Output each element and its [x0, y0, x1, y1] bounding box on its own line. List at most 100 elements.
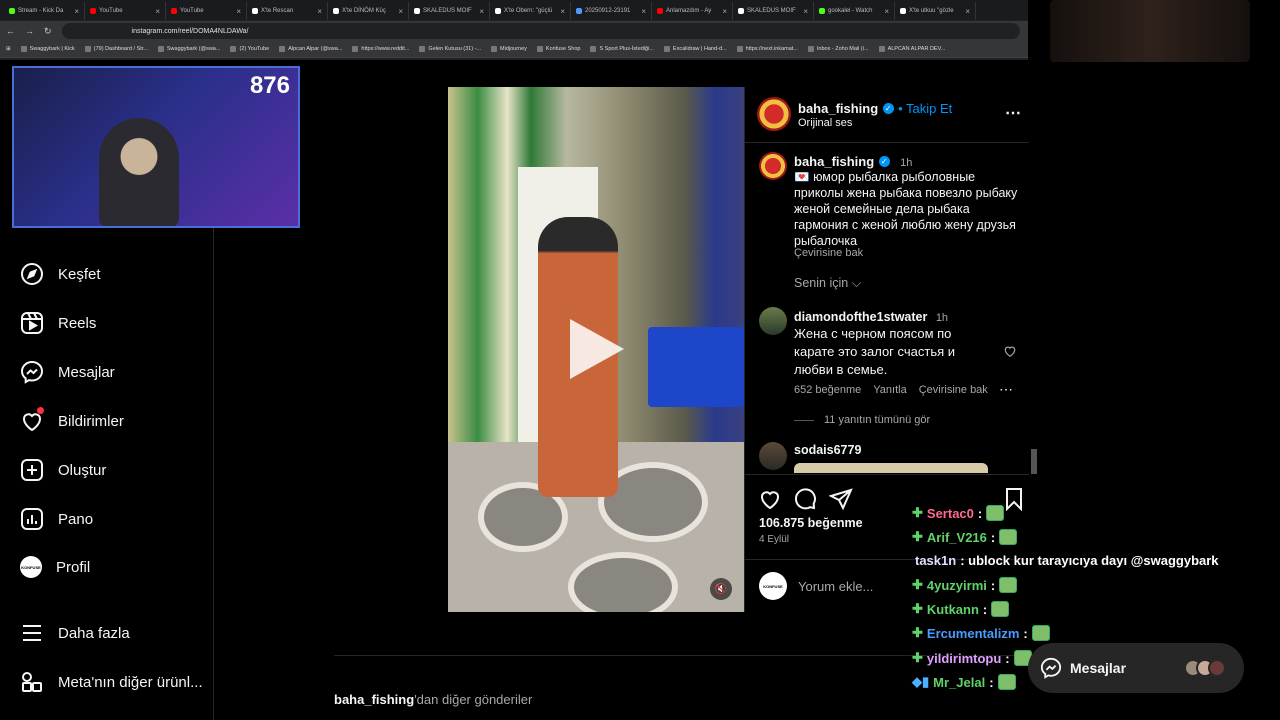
bookmark-item[interactable]: Midjourney — [491, 46, 527, 52]
sidebar-item-profile[interactable]: KONFUSE Profil — [20, 556, 90, 578]
messages-pill[interactable]: Mesajlar — [1028, 643, 1244, 693]
close-icon[interactable]: × — [479, 7, 484, 16]
browser-tab[interactable]: X'te DİNÖM Küç × — [328, 2, 409, 20]
apps-icon[interactable]: ⊞ — [6, 46, 11, 52]
play-icon[interactable] — [570, 319, 624, 379]
follow-button[interactable]: • Takip Et — [898, 101, 952, 116]
browser-tab[interactable]: YouTube × — [85, 2, 166, 20]
close-icon[interactable]: × — [884, 7, 889, 16]
commenter-avatar[interactable] — [759, 442, 787, 470]
comment-reply-button[interactable]: Yanıtla — [873, 384, 906, 396]
browser-tab[interactable]: SKALEDUS MOIF × — [733, 2, 814, 20]
share-icon[interactable] — [829, 487, 853, 511]
browser-tab[interactable]: 20250912-23191 × — [571, 2, 652, 20]
tab-favicon — [414, 8, 420, 14]
bookmark-label: S Sport Plus-İstediği... — [599, 46, 654, 52]
chat-username[interactable]: Kutkann — [927, 602, 979, 617]
bookmark-item[interactable]: Excalidraw | Hand-d... — [663, 46, 727, 52]
for-you-dropdown[interactable]: Senin için ⌵ — [794, 276, 861, 291]
browser-tab[interactable]: X'te Obern: "güçlü × — [490, 2, 571, 20]
bookmark-item[interactable]: (79) Dashboard / Str... — [84, 46, 148, 52]
browser-tab[interactable]: Stream - Kick Da × — [4, 2, 85, 20]
bookmark-item[interactable]: Inbox - Zoho Mail (i... — [807, 46, 869, 52]
bookmark-item[interactable]: Gelen Kutusu (31) -... — [419, 46, 481, 52]
comment-like-heart-icon[interactable] — [1003, 344, 1017, 358]
sidebar-item-meta-apps[interactable]: Meta'nın diğer ürünl... — [20, 670, 203, 694]
close-icon[interactable]: × — [74, 7, 79, 16]
tab-label: SKALEDUS MOIF — [747, 8, 796, 14]
tab-label: X'te Rescan — [261, 8, 294, 14]
sidebar-item-reels[interactable]: Reels — [20, 311, 96, 335]
comment-translate-link[interactable]: Çevirisine bak — [919, 384, 988, 396]
chat-username[interactable]: Mr_Jelal — [933, 675, 985, 690]
bookmark-favicon — [419, 46, 426, 52]
close-icon[interactable]: × — [965, 7, 970, 16]
sidebar-item-messages[interactable]: Mesajlar — [20, 360, 115, 384]
comment-username[interactable]: sodais6779 — [794, 443, 861, 457]
sidebar-item-more[interactable]: Daha fazla — [20, 621, 130, 645]
chat-username[interactable]: yildirimtopu — [927, 651, 1001, 666]
sidebar-item-create[interactable]: Oluştur — [20, 458, 106, 482]
url-input[interactable]: instagram.com/reel/DOMA4NLDAWa/ — [61, 23, 1020, 39]
more-options-icon[interactable]: ⋯ — [1005, 103, 1021, 123]
plus-square-icon — [21, 459, 43, 481]
bookmark-item[interactable]: (2) YouTube — [230, 46, 269, 52]
caption-avatar[interactable] — [759, 152, 787, 180]
close-icon[interactable]: × — [722, 7, 727, 16]
more-posts-username[interactable]: baha_fishing — [334, 692, 414, 707]
audio-label[interactable]: Orijinal ses — [798, 117, 852, 129]
forward-icon[interactable]: → — [25, 26, 34, 36]
chat-username[interactable]: Arif_V216 — [927, 530, 987, 545]
commenter-avatar[interactable] — [759, 307, 787, 335]
like-count[interactable]: 106.875 beğenme — [759, 516, 863, 530]
close-icon[interactable]: × — [803, 7, 808, 16]
like-heart-icon[interactable] — [758, 487, 782, 511]
reel-video[interactable]: 🔇 — [448, 87, 744, 612]
reload-icon[interactable]: ↻ — [44, 26, 52, 37]
author-username[interactable]: baha_fishing — [798, 101, 878, 116]
chat-username[interactable]: 4yuzyirmi — [927, 578, 987, 593]
bookmark-item[interactable]: https://next.inkamat... — [736, 46, 798, 52]
bookmark-label: Swaggybark (@swa... — [166, 46, 221, 52]
comment-input[interactable]: Yorum ekle... — [798, 579, 873, 594]
page-scrollbar[interactable] — [1031, 450, 1037, 474]
back-icon[interactable]: ← — [6, 26, 15, 36]
sidebar-item-explore[interactable]: Keşfet — [20, 262, 101, 286]
chat-username[interactable]: Sertac0 — [927, 506, 974, 521]
close-icon[interactable]: × — [560, 7, 565, 16]
bookmark-item[interactable]: S Sport Plus-İstediği... — [590, 46, 654, 52]
comment-icon[interactable] — [793, 487, 817, 511]
sidebar-item-dashboard[interactable]: Pano — [20, 507, 93, 531]
sidebar-item-notifications[interactable]: Bildirimler — [20, 407, 124, 433]
caption-translate-link[interactable]: Çevirisine bak — [794, 247, 863, 259]
bookmark-item[interactable]: Swaggybark | Kick — [20, 46, 75, 52]
view-replies[interactable]: 11 yanıtın tümünü gör — [794, 414, 930, 426]
bookmark-item[interactable]: https://www.reddit... — [352, 46, 409, 52]
bookmark-label: Konfuse Shop — [545, 46, 581, 52]
author-avatar[interactable] — [757, 97, 791, 131]
caption-username[interactable]: baha_fishing — [794, 154, 874, 169]
comment-more-icon[interactable]: ⋯ — [999, 381, 1013, 398]
comment-username[interactable]: diamondofthe1stwater — [794, 310, 927, 324]
bookmark-item[interactable]: Alpcan Alpar (@swa... — [279, 46, 342, 52]
tab-favicon — [90, 8, 96, 14]
close-icon[interactable]: × — [398, 7, 403, 16]
close-icon[interactable]: × — [317, 7, 322, 16]
bookmark-favicon — [352, 46, 359, 52]
browser-tab[interactable]: X'te utkuu "gözle × — [895, 2, 976, 20]
browser-tab[interactable]: SKALEDUS MOIF × — [409, 2, 490, 20]
bookmark-item[interactable]: ALPCAN ALPAR DEV... — [878, 46, 945, 52]
chat-username[interactable]: Ercumentalizm — [927, 626, 1019, 641]
bookmark-item[interactable]: Swaggybark (@swa... — [157, 46, 221, 52]
comment-like-count[interactable]: 652 beğenme — [794, 384, 861, 396]
mute-icon[interactable]: 🔇 — [710, 578, 732, 600]
close-icon[interactable]: × — [641, 7, 646, 16]
browser-tab[interactable]: YouTube × — [166, 2, 247, 20]
browser-tab[interactable]: X'te Rescan × — [247, 2, 328, 20]
browser-tab[interactable]: Anlamazdım - Ay × — [652, 2, 733, 20]
bookmark-item[interactable]: Konfuse Shop — [536, 46, 581, 52]
close-icon[interactable]: × — [155, 7, 160, 16]
close-icon[interactable]: × — [236, 7, 241, 16]
browser-tab[interactable]: gookalel - Watch × — [814, 2, 895, 20]
chat-username[interactable]: task1n — [915, 553, 956, 568]
